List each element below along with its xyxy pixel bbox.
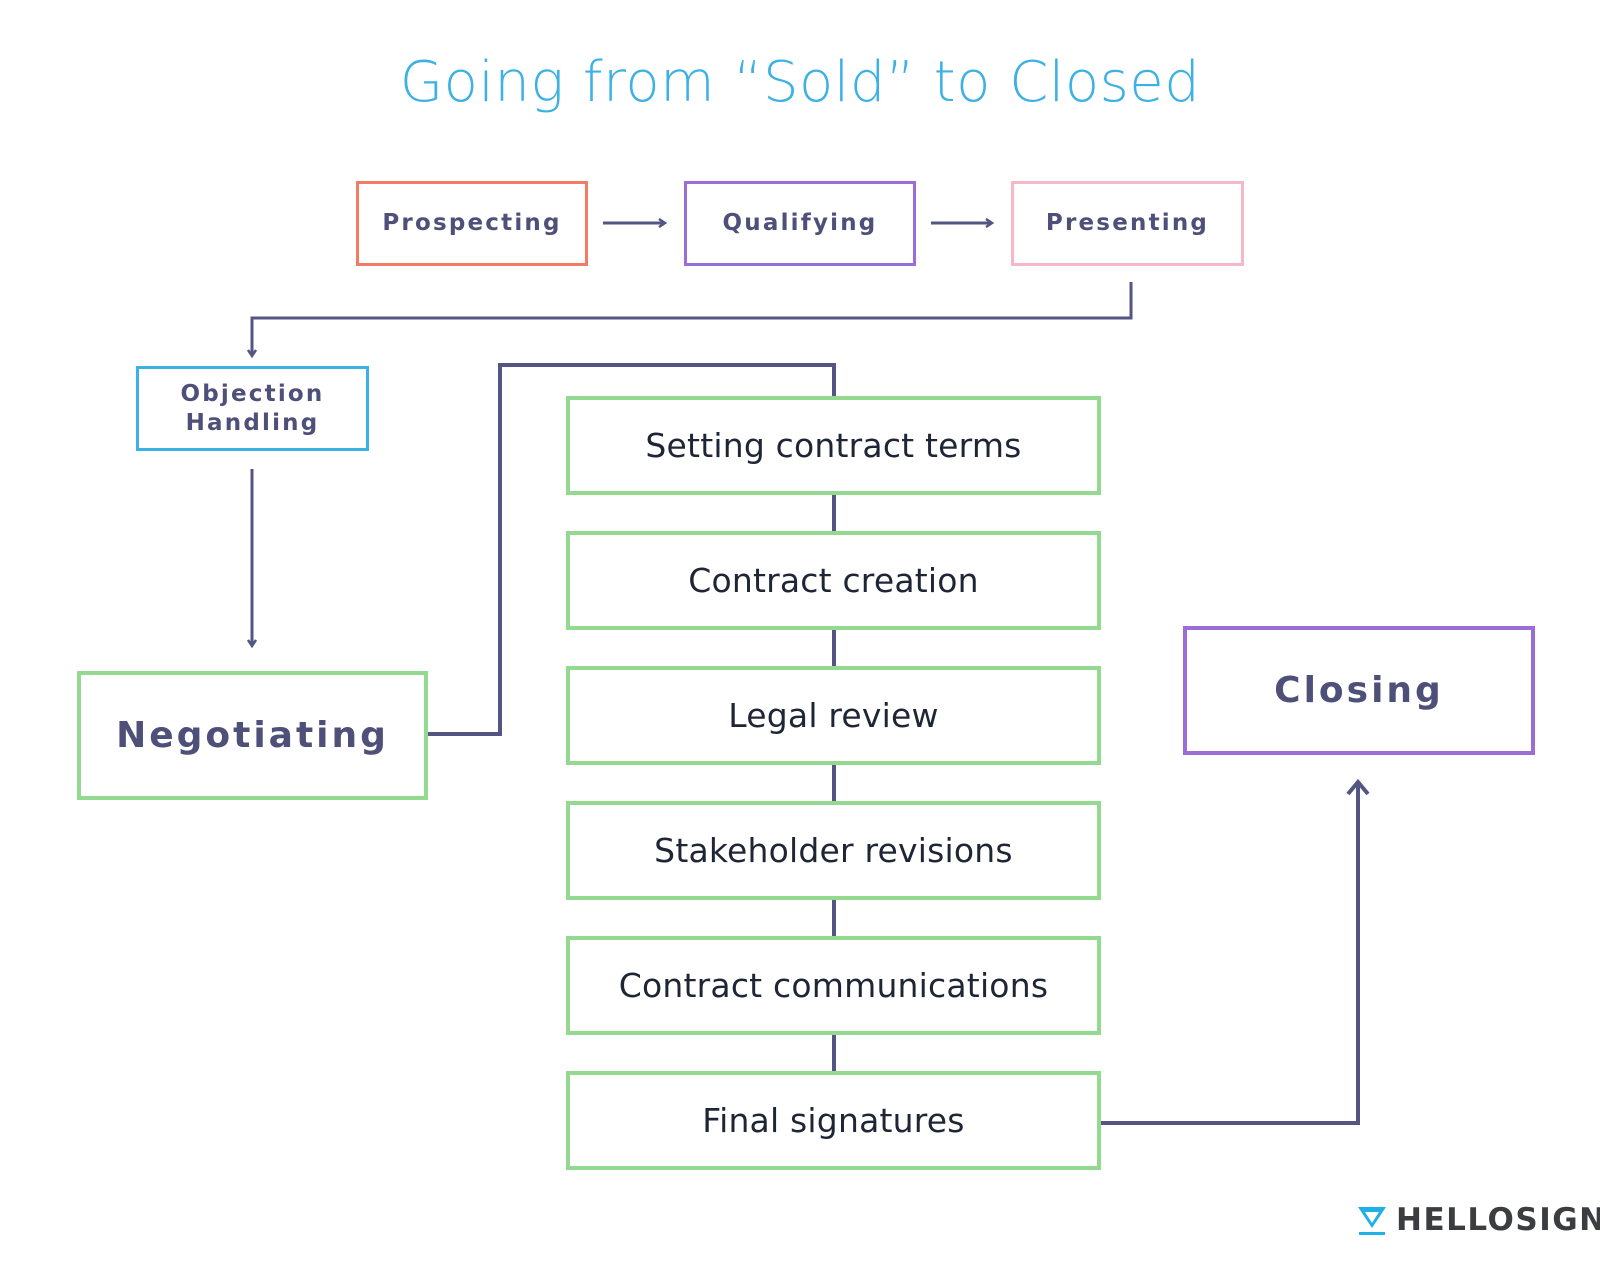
contract-step: Setting contract terms (566, 396, 1101, 495)
contract-step: Contract creation (566, 531, 1101, 630)
hellosign-logo: HELLOSIGN (1356, 1202, 1600, 1238)
stage-negotiating: Negotiating (77, 671, 428, 800)
contract-step-label: Contract communications (618, 966, 1049, 1005)
contract-step-label: Contract creation (688, 561, 979, 600)
hellosign-logo-icon (1358, 1207, 1386, 1235)
stage-closing-label: Closing (1274, 670, 1444, 711)
stage-qualifying-label: Qualifying (722, 210, 878, 236)
contract-step: Final signatures (566, 1071, 1101, 1170)
arrow-presenting-to-objection-handling (252, 282, 1133, 356)
contract-step: Contract communications (566, 936, 1101, 1035)
stage-objection-handling: Objection Handling (136, 366, 369, 451)
stage-presenting-label: Presenting (1045, 210, 1210, 236)
stage-qualifying: Qualifying (684, 181, 916, 266)
stage-presenting: Presenting (1011, 181, 1244, 266)
contract-step-label: Legal review (728, 696, 939, 735)
contract-step: Stakeholder revisions (566, 801, 1101, 900)
stage-negotiating-label: Negotiating (116, 715, 389, 756)
hellosign-logo-text: HELLOSIGN (1396, 1202, 1600, 1238)
stage-closing: Closing (1183, 626, 1535, 755)
contract-step-label: Stakeholder revisions (654, 831, 1013, 870)
contract-step-label: Setting contract terms (645, 426, 1022, 465)
contract-step: Legal review (566, 666, 1101, 765)
stage-objection-handling-label: Objection Handling (180, 380, 325, 436)
contract-step-label: Final signatures (702, 1101, 965, 1140)
stage-prospecting: Prospecting (356, 181, 588, 266)
arrow-final-signatures-to-closing (1100, 784, 1360, 1125)
stage-prospecting-label: Prospecting (382, 210, 562, 236)
